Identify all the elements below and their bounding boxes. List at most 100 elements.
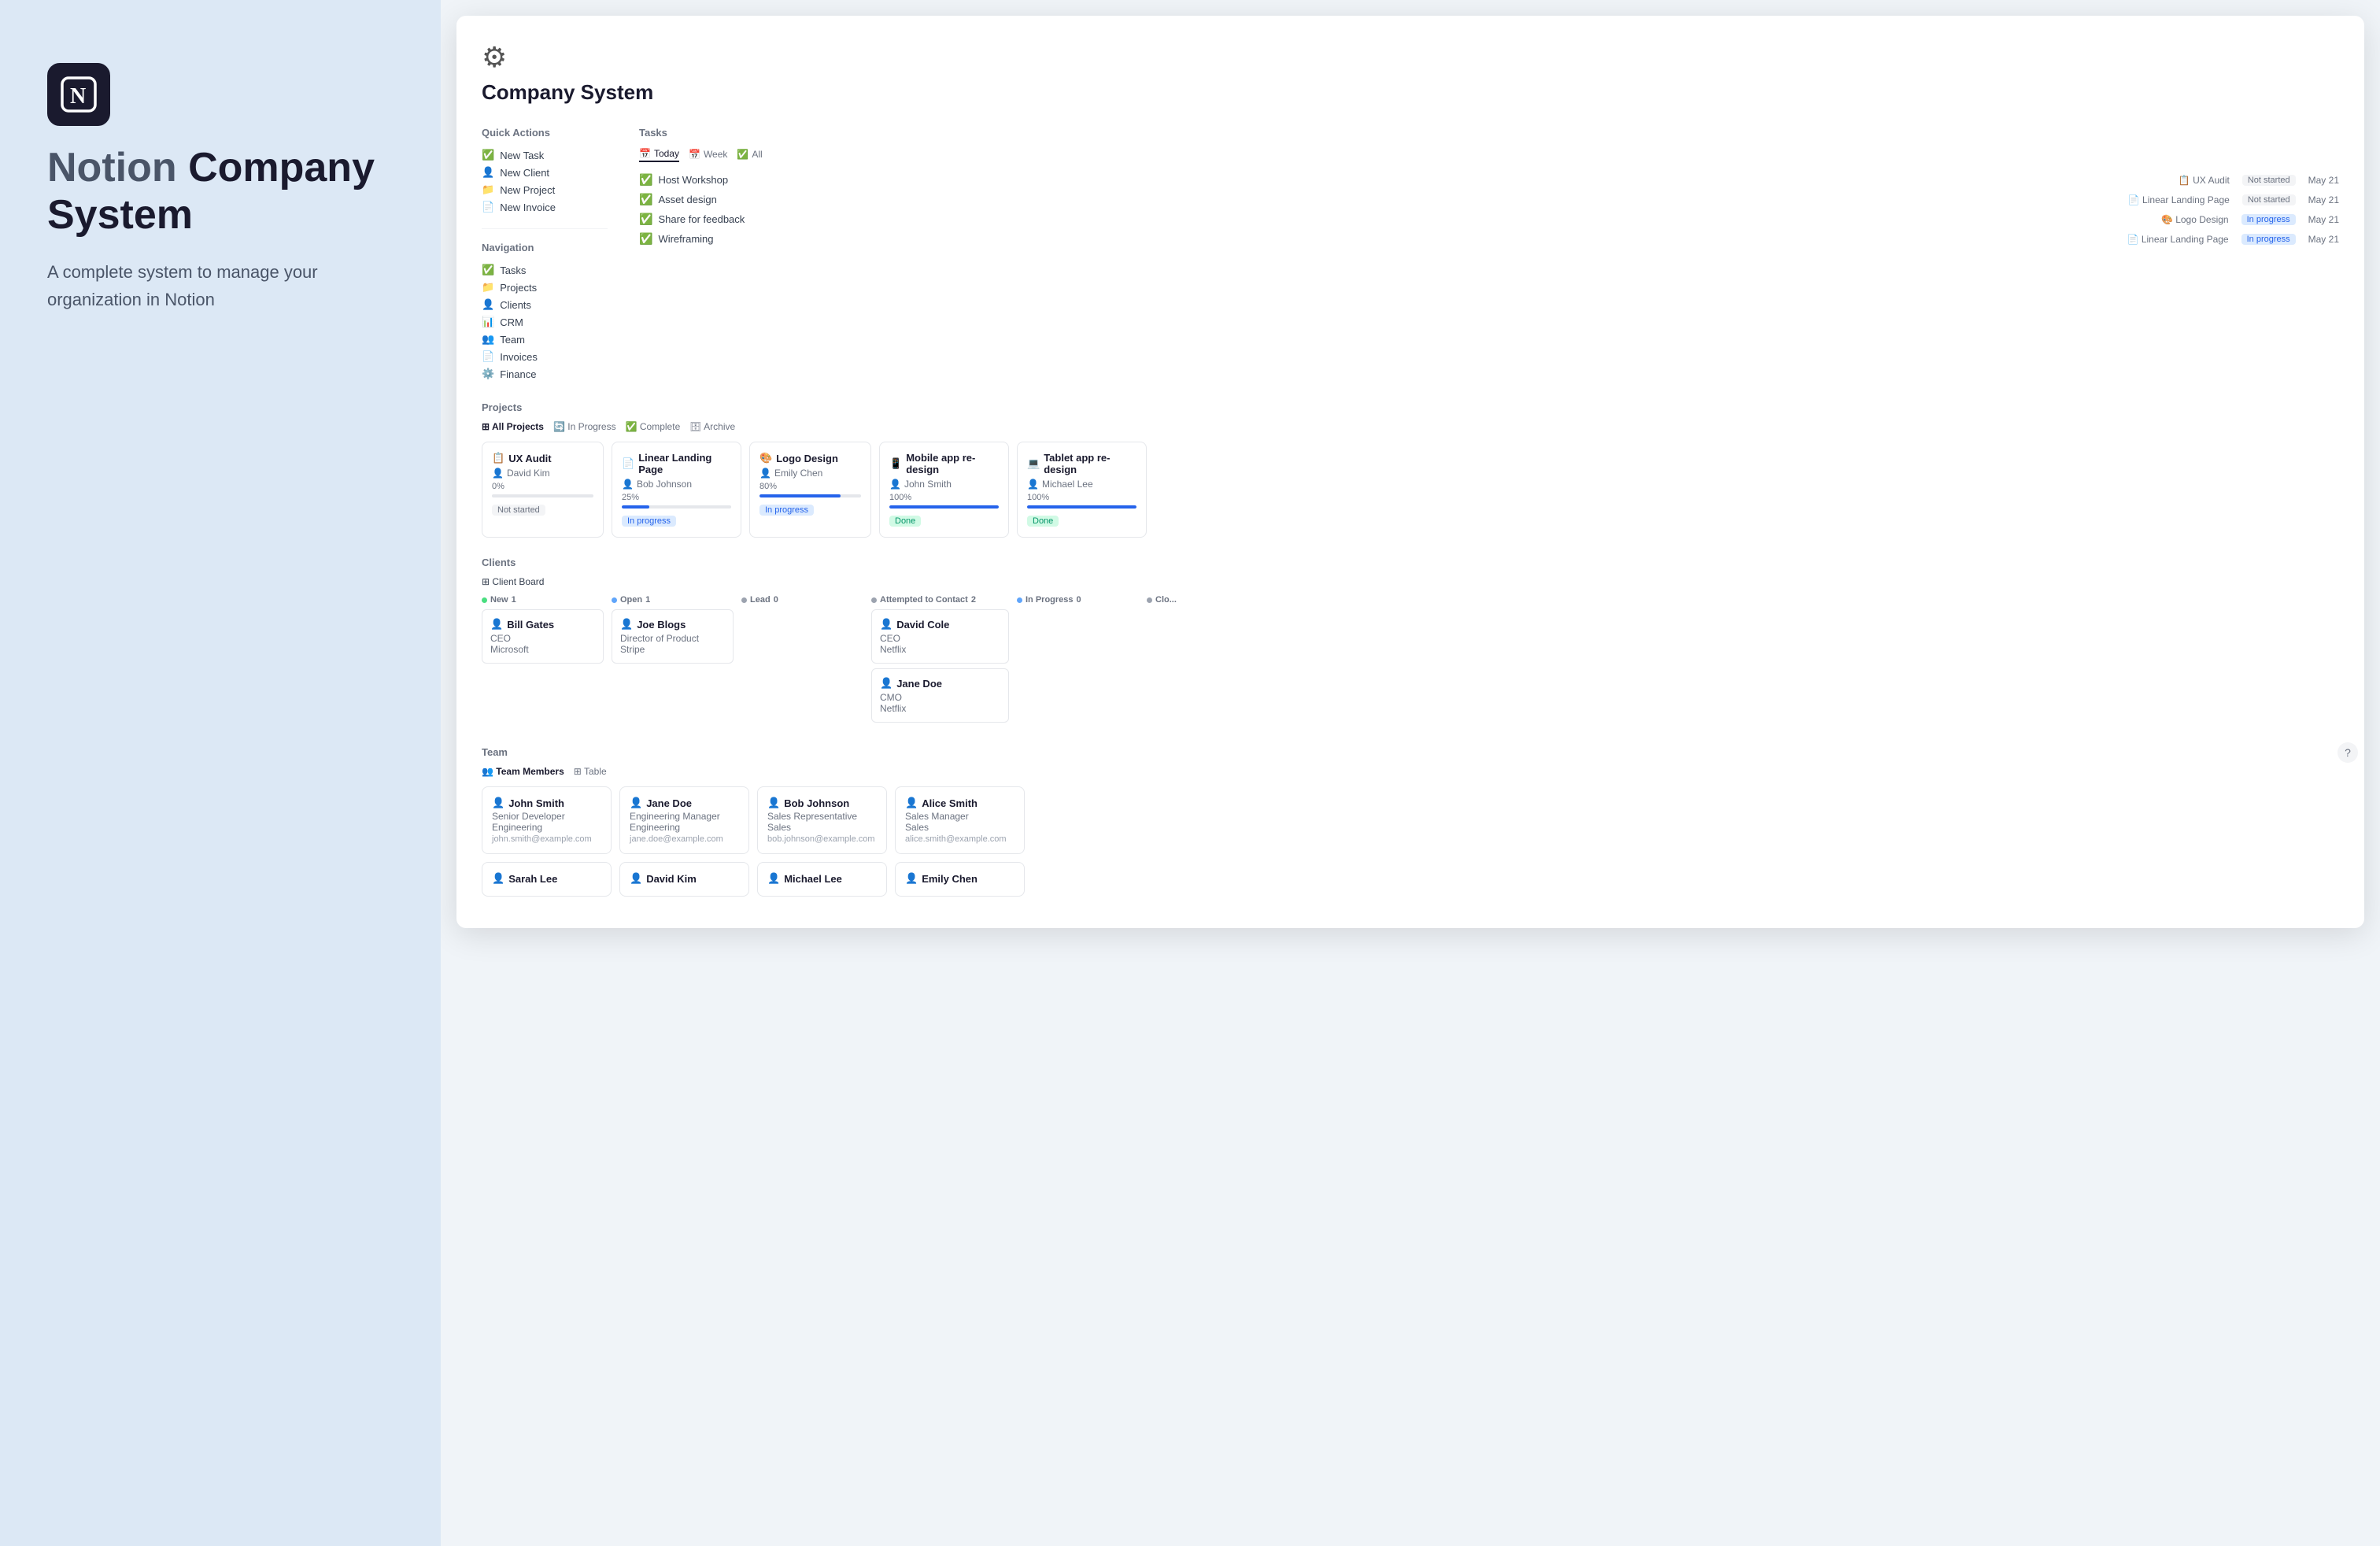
tab-complete[interactable]: ✅ Complete bbox=[626, 421, 681, 432]
team-card-john-smith: 👤 John Smith Senior Developer Engineerin… bbox=[482, 786, 612, 854]
check-icon: ✅ bbox=[737, 149, 748, 160]
nav-team[interactable]: 👥 Team bbox=[482, 331, 608, 348]
project-icon: 🎨 bbox=[759, 452, 772, 464]
action-new-task[interactable]: ✅ New Task bbox=[482, 146, 608, 164]
task-project: 📋 UX Audit bbox=[2179, 175, 2230, 186]
person-icon: 👤 bbox=[880, 677, 893, 690]
status-badge: Not started bbox=[2242, 175, 2296, 186]
team-card-emily-chen: 👤 Emily Chen bbox=[895, 862, 1025, 897]
tab-archive[interactable]: 🗄 Archive bbox=[689, 421, 735, 432]
team-card-jane-doe: 👤 Jane Doe Engineering Manager Engineeri… bbox=[619, 786, 749, 854]
folder-icon: 📁 bbox=[482, 183, 494, 196]
status-dot bbox=[482, 597, 487, 603]
action-label: New Task bbox=[500, 150, 544, 161]
task-check-icon: ✅ bbox=[639, 232, 652, 246]
hero-title: Notion Company System bbox=[47, 145, 394, 239]
tab-in-progress[interactable]: 🔄 In Progress bbox=[553, 421, 616, 432]
quick-actions-label: Quick Actions bbox=[482, 127, 608, 139]
person-icon: 👤 bbox=[767, 797, 780, 809]
action-label: New Project bbox=[500, 184, 555, 196]
status-badge: In progress bbox=[622, 516, 676, 527]
tab-all-projects[interactable]: ⊞ All Projects bbox=[482, 421, 544, 432]
table-row: ✅ Host Workshop 📋 UX Audit Not started M… bbox=[639, 170, 2339, 190]
action-new-project[interactable]: 📁 New Project bbox=[482, 181, 608, 198]
project-card-linear: 📄 Linear Landing Page 👤 Bob Johnson 25% … bbox=[612, 442, 741, 538]
col-count: 0 bbox=[1077, 595, 1081, 605]
nav-finance[interactable]: ⚙️ Finance bbox=[482, 365, 608, 383]
person-icon: 👤 bbox=[490, 618, 503, 631]
nav-tasks[interactable]: ✅ Tasks bbox=[482, 261, 608, 279]
task-label: Asset design bbox=[658, 194, 716, 205]
status-badge: In progress bbox=[2241, 234, 2296, 245]
project-icon: 📄 bbox=[622, 457, 634, 470]
nav-projects[interactable]: 📁 Projects bbox=[482, 279, 608, 296]
tab-all[interactable]: ✅ All bbox=[737, 146, 762, 162]
tab-team-members[interactable]: 👥 Team Members bbox=[482, 766, 564, 777]
client-board-tab[interactable]: ⊞ Client Board bbox=[482, 576, 2339, 587]
document-icon: 📄 bbox=[482, 201, 494, 213]
task-tabs: 📅 Today 📅 Week ✅ All bbox=[639, 146, 2339, 162]
task-label: Share for feedback bbox=[658, 213, 745, 225]
nav-crm[interactable]: 📊 CRM bbox=[482, 313, 608, 331]
project-icon: 📱 bbox=[889, 457, 902, 470]
tasks-nav-icon: ✅ bbox=[482, 264, 494, 276]
kanban-board: New 1 👤 Bill Gates CEO Microsoft Open 1 … bbox=[482, 595, 2339, 727]
tab-today[interactable]: 📅 Today bbox=[639, 146, 679, 162]
status-dot bbox=[871, 597, 877, 603]
person-icon: 👤 bbox=[492, 797, 504, 809]
col-count: 0 bbox=[774, 595, 778, 605]
tab-table[interactable]: ⊞ Table bbox=[574, 766, 607, 777]
task-check-icon: ✅ bbox=[639, 193, 652, 206]
table-row: ✅ Share for feedback 🎨 Logo Design In pr… bbox=[639, 209, 2339, 229]
action-new-invoice[interactable]: 📄 New Invoice bbox=[482, 198, 608, 216]
task-date: May 21 bbox=[2308, 175, 2339, 186]
project-card-mobile: 📱 Mobile app re-design 👤 John Smith 100%… bbox=[879, 442, 1009, 538]
tab-week[interactable]: 📅 Week bbox=[689, 146, 727, 162]
left-panel: N Notion Company System A complete syste… bbox=[0, 0, 441, 376]
top-row: Quick Actions ✅ New Task 👤 New Client 📁 … bbox=[482, 127, 2339, 383]
team-grid: 👤 John Smith Senior Developer Engineerin… bbox=[482, 786, 2339, 854]
person-icon: 👤 bbox=[622, 479, 634, 490]
task-date: May 21 bbox=[2308, 234, 2339, 245]
person-icon: 👤 bbox=[889, 479, 901, 490]
gear-icon: ⚙ bbox=[482, 41, 2339, 74]
task-date: May 21 bbox=[2308, 194, 2339, 205]
task-label: Wireframing bbox=[658, 233, 713, 245]
team-label: Team bbox=[482, 746, 2339, 758]
status-dot bbox=[1017, 597, 1022, 603]
person-icon: 👤 bbox=[1027, 479, 1039, 490]
help-badge[interactable]: ? bbox=[2338, 742, 2358, 763]
project-icon: 💻 bbox=[1027, 457, 1040, 470]
task-label: Host Workshop bbox=[658, 174, 728, 186]
kanban-col-attempted: Attempted to Contact 2 👤 David Cole CEO … bbox=[871, 595, 1009, 727]
team-card-alice-smith: 👤 Alice Smith Sales Manager Sales alice.… bbox=[895, 786, 1025, 854]
projects-nav-icon: 📁 bbox=[482, 281, 494, 294]
checkmark-icon: ✅ bbox=[482, 149, 494, 161]
person-icon: 👤 bbox=[492, 468, 504, 479]
table-row: ✅ Asset design 📄 Linear Landing Page Not… bbox=[639, 190, 2339, 209]
status-badge: Not started bbox=[2242, 194, 2296, 205]
kanban-col-new: New 1 👤 Bill Gates CEO Microsoft bbox=[482, 595, 604, 727]
status-badge: In progress bbox=[2241, 214, 2296, 225]
person-icon: 👤 bbox=[630, 797, 642, 809]
status-dot bbox=[612, 597, 617, 603]
person-icon: 👤 bbox=[482, 166, 494, 179]
task-date: May 21 bbox=[2308, 214, 2339, 225]
clients-label: Clients bbox=[482, 557, 2339, 568]
task-check-icon: ✅ bbox=[639, 213, 652, 226]
finance-nav-icon: ⚙️ bbox=[482, 368, 494, 380]
nav-invoices[interactable]: 📄 Invoices bbox=[482, 348, 608, 365]
team-tabs: 👥 Team Members ⊞ Table bbox=[482, 766, 2339, 777]
quick-actions-section: Quick Actions ✅ New Task 👤 New Client 📁 … bbox=[482, 127, 608, 383]
navigation-label: Navigation bbox=[482, 242, 608, 253]
status-dot bbox=[1147, 597, 1152, 603]
nav-clients[interactable]: 👤 Clients bbox=[482, 296, 608, 313]
kanban-col-closed: Clo... bbox=[1147, 595, 1269, 727]
team-grid-row2: 👤 Sarah Lee 👤 David Kim 👤 Michael Lee 👤 … bbox=[482, 862, 2339, 897]
person-icon: 👤 bbox=[905, 797, 918, 809]
tasks-label: Tasks bbox=[639, 127, 2339, 139]
task-check-icon: ✅ bbox=[639, 173, 652, 187]
action-new-client[interactable]: 👤 New Client bbox=[482, 164, 608, 181]
person-icon: 👤 bbox=[767, 872, 780, 885]
person-icon: 👤 bbox=[620, 618, 633, 631]
